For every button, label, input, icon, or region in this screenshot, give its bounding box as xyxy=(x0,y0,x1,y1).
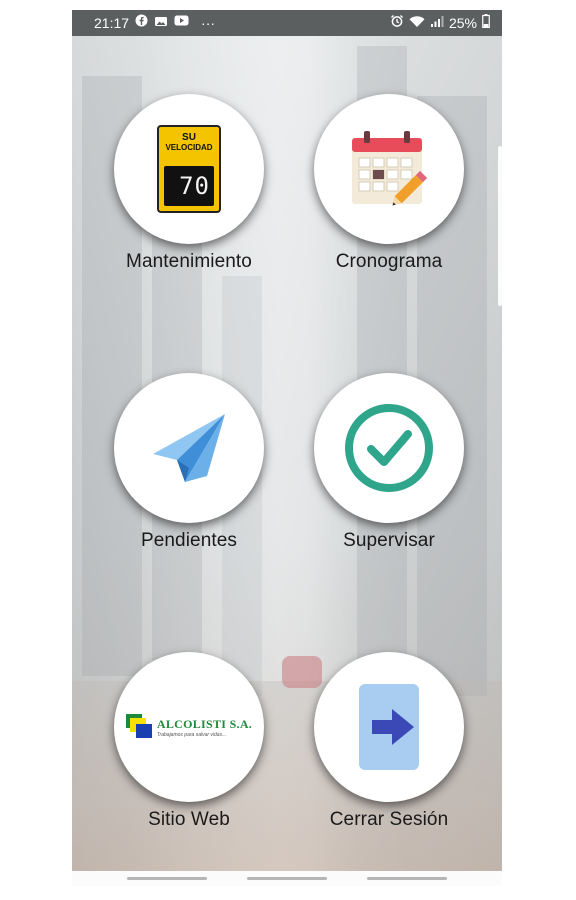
youtube-icon xyxy=(174,15,189,30)
check-circle-icon xyxy=(345,404,433,492)
nav-back-button[interactable] xyxy=(367,877,447,880)
nav-recents-button[interactable] xyxy=(127,877,207,880)
sign-text-velocidad: VELOCIDAD xyxy=(165,143,213,152)
sign-speed-value: 70 xyxy=(179,172,210,200)
more-notifications: ··· xyxy=(201,14,216,31)
company-logo: ALCOLISTI S.A. Trabajamos para salvar vi… xyxy=(125,714,253,740)
status-bar: 21:17 ··· 25% xyxy=(72,10,502,36)
menu-item-label: Pendientes xyxy=(140,530,238,551)
facebook-icon xyxy=(135,14,148,31)
menu-item-supervisar[interactable]: Supervisar xyxy=(309,373,469,552)
menu-item-circle[interactable] xyxy=(314,652,464,802)
status-time: 21:17 xyxy=(94,14,130,31)
menu-item-pendientes[interactable]: Pendientes xyxy=(109,373,269,552)
menu-item-label: Sitio Web xyxy=(148,809,230,830)
logo-squares-icon xyxy=(125,714,152,738)
edge-panel-handle[interactable] xyxy=(498,146,502,306)
menu-item-circle[interactable] xyxy=(114,373,264,523)
menu-item-label: Supervisar xyxy=(343,530,435,551)
battery-icon xyxy=(482,14,490,32)
speed-sign-icon: SU VELOCIDAD 70 xyxy=(157,125,221,213)
logout-arrow-icon xyxy=(359,684,419,770)
sign-text-su: SU xyxy=(182,132,196,143)
alarm-icon xyxy=(390,14,404,32)
menu-item-circle[interactable] xyxy=(314,373,464,523)
wifi-icon xyxy=(409,15,425,32)
signal-icon xyxy=(430,15,444,32)
battery-percent: 25% xyxy=(448,15,477,31)
menu-item-label: Cronograma xyxy=(335,251,443,272)
paper-plane-icon xyxy=(153,414,225,482)
menu-item-circle[interactable]: ALCOLISTI S.A. Trabajamos para salvar vi… xyxy=(114,652,264,802)
menu-item-sitio-web[interactable]: ALCOLISTI S.A. Trabajamos para salvar vi… xyxy=(109,652,269,831)
menu-item-mantenimiento[interactable]: SU VELOCIDAD 70 Mantenimiento xyxy=(109,94,269,273)
sign-speed-display: 70 xyxy=(164,166,214,206)
photo-icon xyxy=(154,15,168,31)
logo-tagline: Trabajamos para salvar vidas... xyxy=(156,731,227,738)
navigation-bar xyxy=(72,871,502,886)
menu-item-cronograma[interactable]: Cronograma xyxy=(309,94,469,273)
menu-item-label: Mantenimiento xyxy=(126,251,252,272)
menu-item-cerrar-sesion[interactable]: Cerrar Sesión xyxy=(309,652,469,831)
calendar-pencil-icon xyxy=(352,131,428,206)
phone-screen: 21:17 ··· 25% SU VELOCIDAD 70 Mantenimie… xyxy=(72,10,502,886)
menu-item-label: Cerrar Sesión xyxy=(329,809,449,830)
menu-item-circle[interactable] xyxy=(314,94,464,244)
logo-name: ALCOLISTI S.A. xyxy=(156,716,253,731)
menu-item-circle[interactable]: SU VELOCIDAD 70 xyxy=(114,94,264,244)
nav-home-button[interactable] xyxy=(247,877,327,880)
